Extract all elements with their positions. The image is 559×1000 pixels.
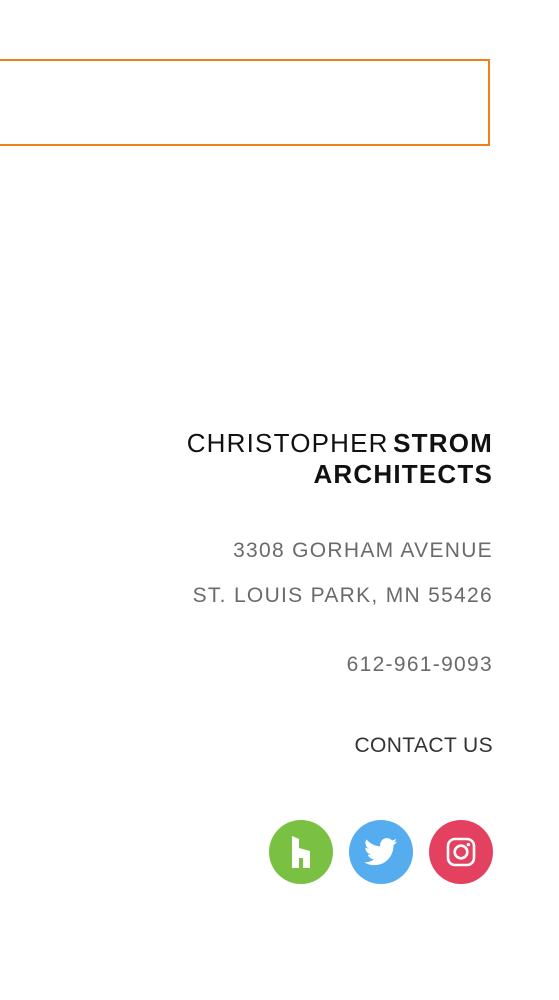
address-line-1: 3308 GORHAM AVENUE [233, 539, 493, 562]
instagram-icon [446, 837, 476, 867]
logo-line-1: CHRISTOPHER STROM [187, 430, 493, 461]
logo-name-bold: STROM [393, 428, 493, 458]
houzz-link[interactable] [269, 820, 333, 884]
address-line-2: ST. LOUIS PARK, MN 55426 [192, 584, 493, 607]
logo-name-light: CHRISTOPHER [186, 428, 389, 458]
instagram-link[interactable] [429, 820, 493, 884]
twitter-icon [364, 838, 398, 866]
logo-line-2: ARCHITECTS [313, 459, 493, 489]
houzz-icon [292, 836, 310, 868]
search-input-box[interactable] [0, 59, 490, 146]
firm-logo: CHRISTOPHER STROM ARCHITECTS [187, 430, 493, 488]
phone-link[interactable]: 612-961-9093 [347, 653, 493, 677]
social-links [269, 820, 493, 884]
contact-us-link[interactable]: CONTACT US [354, 734, 493, 758]
twitter-link[interactable] [349, 820, 413, 884]
